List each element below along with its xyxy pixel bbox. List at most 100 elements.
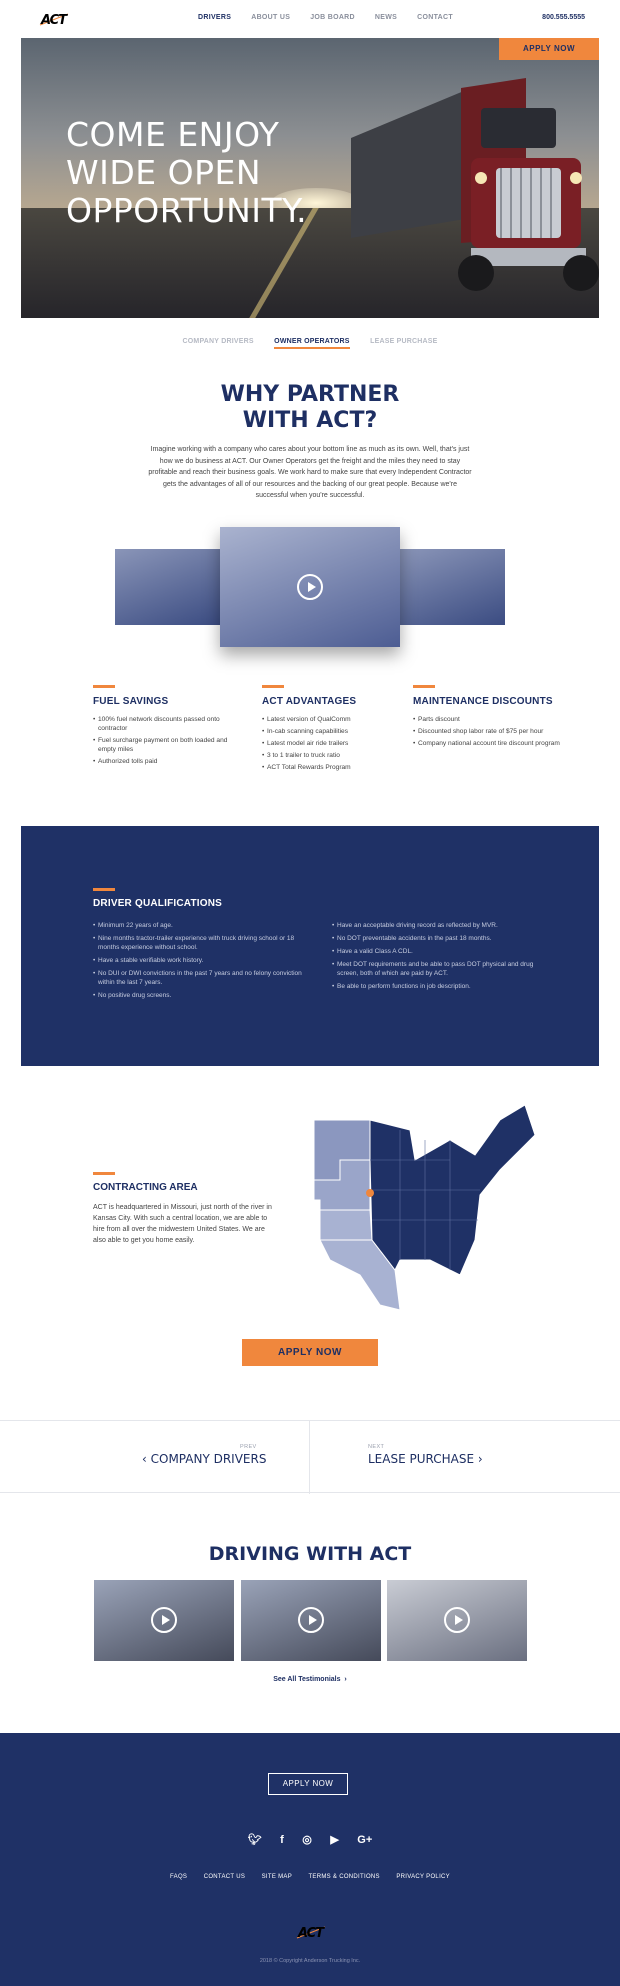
contracting-text: ACT is headquartered in Missouri, just n… [93, 1204, 272, 1244]
qualification-item: No DOT preventable accidents in the past… [332, 934, 542, 943]
svg-text:ACT: ACT [297, 1926, 325, 1941]
footer-link-privacy[interactable]: PRIVACY POLICY [396, 1874, 450, 1880]
play-icon[interactable] [297, 574, 323, 600]
video-thumb-left[interactable] [115, 549, 220, 625]
feature-item: 3 to 1 trailer to truck ratio [262, 751, 412, 760]
video-carousel [115, 525, 505, 655]
apply-now-button-header[interactable]: APPLY NOW [499, 38, 599, 60]
qualification-item: Have an acceptable driving record as ref… [332, 921, 542, 930]
testimonial-video-1[interactable] [94, 1580, 234, 1661]
video-thumb-right[interactable] [400, 549, 505, 625]
nav-news[interactable]: NEWS [375, 14, 397, 21]
truck-image [351, 78, 599, 291]
see-all-text[interactable]: See All Testimonials [273, 1676, 340, 1683]
feature-item: ACT Total Rewards Program [262, 763, 412, 772]
feature-maintenance-discounts: MAINTENANCE DISCOUNTS Parts discount Dis… [413, 685, 563, 751]
play-icon[interactable] [444, 1607, 470, 1633]
testimonial-video-2[interactable] [241, 1580, 381, 1661]
footer-link-site-map[interactable]: SITE MAP [262, 1874, 292, 1880]
qualification-item: No DUI or DWI convictions in the past 7 … [93, 969, 303, 987]
accent-bar [262, 685, 284, 688]
why-partner-text: Imagine working with a company who cares… [148, 446, 472, 499]
feature-item: Company national account tire discount p… [413, 739, 563, 748]
next-lease-purchase-link[interactable]: LEASE PURCHASE › [368, 1452, 483, 1466]
feature-title: MAINTENANCE DISCOUNTS [413, 696, 553, 707]
see-all-testimonials-link[interactable]: See All Testimonials › [0, 1676, 620, 1683]
hero-headline: COME ENJOY WIDE OPEN OPPORTUNITY. [66, 116, 307, 230]
qualification-item: Meet DOT requirements and be able to pas… [332, 960, 542, 978]
tab-owner-operators[interactable]: OWNER OPERATORS [274, 338, 350, 349]
testimonial-video-3[interactable] [387, 1580, 527, 1661]
hero-banner: COME ENJOY WIDE OPEN OPPORTUNITY. [21, 38, 599, 318]
qualification-item: Have a valid Class A CDL. [332, 947, 542, 956]
footer-logo[interactable]: ACT [295, 1923, 329, 1941]
nav-job-board[interactable]: JOB BOARD [310, 14, 355, 21]
footer-link-contact-us[interactable]: CONTACT US [204, 1874, 245, 1880]
footer-link-terms[interactable]: TERMS & CONDITIONS [308, 1874, 379, 1880]
next-link-text[interactable]: LEASE PURCHASE [368, 1452, 474, 1466]
hero-line-3: OPPORTUNITY. [66, 191, 308, 230]
next-label: NEXT [368, 1444, 385, 1450]
contracting-area-map [313, 1104, 536, 1311]
hero-line-2: WIDE OPEN [66, 153, 262, 192]
driver-type-tabs: COMPANY DRIVERS OWNER OPERATORS LEASE PU… [0, 330, 620, 349]
accent-bar [93, 1172, 115, 1175]
feature-act-advantages: ACT ADVANTAGES Latest version of QualCom… [262, 685, 412, 775]
qualification-item: Nine months tractor-trailer experience w… [93, 934, 303, 952]
site-header: ACT DRIVERS ABOUT US JOB BOARD NEWS CONT… [0, 0, 620, 38]
main-nav: DRIVERS ABOUT US JOB BOARD NEWS CONTACT [198, 14, 473, 21]
feature-title: ACT ADVANTAGES [262, 696, 357, 707]
prev-label: PREV [240, 1444, 257, 1450]
nav-contact[interactable]: CONTACT [417, 14, 453, 21]
phone-number[interactable]: 800.555.5555 [542, 14, 585, 21]
play-icon[interactable] [151, 1607, 177, 1633]
qualifications-right-list: Have an acceptable driving record as ref… [332, 921, 542, 995]
site-footer: APPLY NOW 🐦︎ f ◎ ▶ G+ FAQS CONTACT US SI… [0, 1733, 620, 1986]
social-links: 🐦︎ f ◎ ▶ G+ [0, 1830, 620, 1848]
driving-with-act-title: DRIVING WITH ACT [208, 1543, 412, 1565]
feature-item: Authorized tolls paid [93, 757, 243, 766]
tab-lease-purchase[interactable]: LEASE PURCHASE [370, 338, 437, 345]
instagram-icon[interactable]: ◎ [302, 1833, 312, 1846]
copyright: 2018 © Copyright Anderson Trucking Inc. [259, 1958, 361, 1964]
feature-fuel-savings: FUEL SAVINGS 100% fuel network discounts… [93, 685, 243, 769]
tab-company-drivers[interactable]: COMPANY DRIVERS [183, 338, 254, 345]
hero-line-1: COME ENJOY [66, 115, 280, 154]
why-title-line-1: WHY PARTNER [220, 382, 400, 407]
qualifications-left-list: Minimum 22 years of age. Nine months tra… [93, 921, 303, 1004]
apply-now-button[interactable]: APPLY NOW [242, 1339, 378, 1366]
video-thumb-center[interactable] [220, 527, 400, 647]
feature-item: Latest model air ride trailers [262, 739, 412, 748]
youtube-icon[interactable]: ▶ [330, 1833, 338, 1846]
play-icon[interactable] [298, 1607, 324, 1633]
why-partner-title: WHY PARTNER WITH ACT? [0, 382, 620, 434]
qualification-item: Have a stable verifiable work history. [93, 956, 303, 965]
nav-about-us[interactable]: ABOUT US [251, 14, 290, 21]
facebook-icon[interactable]: f [280, 1834, 284, 1846]
svg-text:ACT: ACT [40, 13, 68, 28]
feature-item: Fuel surcharge payment on both loaded an… [93, 736, 243, 754]
nav-drivers[interactable]: DRIVERS [198, 14, 231, 21]
feature-title: FUEL SAVINGS [93, 696, 169, 707]
qualifications-title: DRIVER QUALIFICATIONS [93, 898, 223, 909]
footer-link-faqs[interactable]: FAQS [170, 1874, 187, 1880]
logo[interactable]: ACT [38, 10, 72, 28]
feature-item: Latest version of QualComm [262, 715, 412, 724]
prev-company-drivers-link[interactable]: ‹ COMPANY DRIVERS [142, 1452, 266, 1466]
qualification-item: Be able to perform functions in job desc… [332, 982, 542, 991]
accent-bar [93, 888, 115, 891]
feature-item: In-cab scanning capabilities [262, 727, 412, 736]
qualification-item: No positive drug screens. [93, 991, 303, 1000]
accent-bar [93, 685, 115, 688]
footer-apply-now-button[interactable]: APPLY NOW [268, 1773, 348, 1795]
feature-item: Discounted shop labor rate of $75 per ho… [413, 727, 563, 736]
google-plus-icon[interactable]: G+ [357, 1834, 372, 1846]
accent-bar [413, 685, 435, 688]
headquarters-marker [366, 1189, 374, 1197]
twitter-icon[interactable]: 🐦︎ [248, 1833, 262, 1846]
prev-link-text[interactable]: COMPANY DRIVERS [151, 1452, 267, 1466]
footer-links: FAQS CONTACT US SITE MAP TERMS & CONDITI… [0, 1865, 620, 1883]
driver-qualifications-section: DRIVER QUALIFICATIONS Minimum 22 years o… [21, 826, 599, 1066]
contracting-title: CONTRACTING AREA [93, 1182, 198, 1193]
qualification-item: Minimum 22 years of age. [93, 921, 303, 930]
